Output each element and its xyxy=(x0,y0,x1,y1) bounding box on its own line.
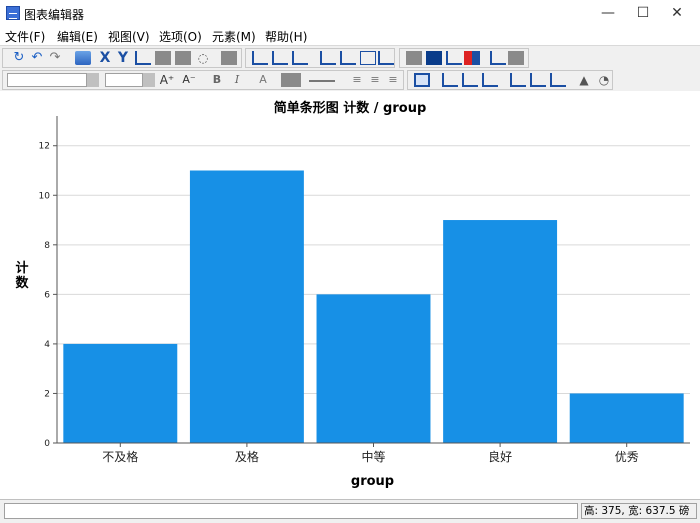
columns-icon[interactable] xyxy=(508,51,524,65)
undo-icon[interactable]: ↻ xyxy=(11,51,27,65)
lasso-icon[interactable]: ◌ xyxy=(195,51,211,65)
status-bar: 高: 375, 宽: 637.5 磅 xyxy=(0,500,700,523)
x-tick-label: 不及格 xyxy=(102,449,138,464)
data-labels-icon[interactable] xyxy=(446,51,462,65)
close-button[interactable]: ✕ xyxy=(654,0,700,26)
italic-icon[interactable]: I xyxy=(229,73,245,87)
bar-options-icon[interactable] xyxy=(442,73,458,87)
menu-help[interactable]: 帮助(H) xyxy=(265,28,307,45)
menu-view[interactable]: 视图(V) xyxy=(108,28,150,45)
menu-options[interactable]: 选项(O) xyxy=(159,28,202,45)
show-legend-icon[interactable] xyxy=(464,51,480,65)
y-tick-label: 12 xyxy=(39,142,50,152)
interpolation-icon[interactable] xyxy=(340,51,356,65)
chart-editor-app-icon xyxy=(6,6,20,20)
transpose-icon[interactable] xyxy=(135,51,151,65)
bold-icon[interactable]: B xyxy=(209,73,225,87)
rotate-icon[interactable]: ◔ xyxy=(596,73,612,87)
y-tick-label: 2 xyxy=(44,389,50,399)
toolbar-labels xyxy=(399,48,529,68)
y-tick-label: 0 xyxy=(44,439,50,449)
scatter-icon[interactable] xyxy=(292,51,308,65)
frame-icon[interactable] xyxy=(221,51,237,65)
align-center-icon[interactable]: ≡ xyxy=(367,73,383,87)
bar-及格[interactable] xyxy=(189,170,304,444)
menu-edit[interactable]: 编辑(E) xyxy=(57,28,98,45)
menu-bar: 文件(F) 编辑(E) 视图(V) 选项(O) 元素(M) 帮助(H) xyxy=(0,26,700,46)
bar-不及格[interactable] xyxy=(63,343,178,443)
text-color-icon[interactable]: A xyxy=(255,73,271,87)
font-size-down-icon[interactable]: A⁻ xyxy=(181,73,197,87)
bar-优秀[interactable] xyxy=(569,393,684,443)
x-tick-label: 及格 xyxy=(235,449,259,464)
scale-icon[interactable] xyxy=(155,51,171,65)
fill-icon[interactable] xyxy=(175,51,191,65)
line-style-icon[interactable] xyxy=(309,80,335,82)
menu-elements[interactable]: 元素(M) xyxy=(212,28,256,45)
y-axis-icon[interactable]: Y xyxy=(115,51,131,65)
bar-良好[interactable] xyxy=(443,220,558,443)
align-left-icon[interactable]: ≡ xyxy=(349,73,365,87)
reference-line-icon[interactable] xyxy=(360,51,376,65)
fit-line-icon[interactable] xyxy=(320,51,336,65)
font-size-up-icon[interactable]: A⁺ xyxy=(159,73,175,87)
bar-中等[interactable] xyxy=(316,294,431,443)
toolbar-elements xyxy=(245,48,395,68)
scatter-options-icon[interactable] xyxy=(510,73,526,87)
x-axis-icon[interactable]: X xyxy=(97,51,113,65)
sort-icon[interactable] xyxy=(490,51,506,65)
properties-icon[interactable] xyxy=(75,51,91,65)
line-options-icon[interactable] xyxy=(482,73,498,87)
y-axis-label[interactable]: 计数 xyxy=(12,261,32,291)
font-size-dropdown-icon[interactable] xyxy=(143,73,155,87)
textbox-icon[interactable] xyxy=(406,51,422,65)
annotation-icon[interactable] xyxy=(378,51,394,65)
x-tick-label: 优秀 xyxy=(615,450,639,464)
y-tick-label: 10 xyxy=(39,191,51,201)
toolbars: ↻ ↶ ↷ X Y ◌ A⁺ A⁻ B I A ≡ ≡ ≡ ▲ ◔ xyxy=(0,45,700,93)
y-tick-label: 8 xyxy=(44,241,50,251)
toolbar-chart-options: ▲ ◔ xyxy=(407,70,613,90)
menu-file[interactable]: 文件(F) xyxy=(5,28,45,45)
bar-chart[interactable]: 0 2 4 6 8 10 12 不及格 及格 中等 良好 优秀 xyxy=(0,91,700,499)
trend-icon[interactable] xyxy=(550,73,566,87)
fill-color-icon[interactable] xyxy=(281,73,301,87)
window-title: 图表编辑器 xyxy=(24,8,85,22)
footnote-icon[interactable] xyxy=(426,51,442,65)
font-family-dropdown-icon[interactable] xyxy=(87,73,99,87)
rotate-right-icon[interactable]: ↷ xyxy=(47,51,63,65)
x-axis-label[interactable]: group xyxy=(0,474,700,489)
bar-chart-icon[interactable] xyxy=(252,51,268,65)
3d-icon[interactable]: ▲ xyxy=(576,73,592,87)
status-message xyxy=(4,503,578,519)
font-size-input[interactable] xyxy=(105,73,143,87)
toolbar-format: A⁺ A⁻ B I A ≡ ≡ ≡ xyxy=(2,70,404,90)
distribution-icon[interactable] xyxy=(462,73,478,87)
y-tick-label: 6 xyxy=(44,290,50,300)
x-tick-label: 中等 xyxy=(361,449,385,464)
title-bar: 图表编辑器 — ☐ ✕ xyxy=(0,0,700,26)
status-size-readout: 高: 375, 宽: 637.5 磅 xyxy=(581,503,697,519)
grid-icon[interactable] xyxy=(414,73,430,87)
align-right-icon[interactable]: ≡ xyxy=(385,73,401,87)
x-tick-label: 良好 xyxy=(488,449,512,464)
font-family-input[interactable] xyxy=(7,73,87,87)
markers-icon[interactable] xyxy=(530,73,546,87)
y-tick-label: 4 xyxy=(44,340,50,350)
line-chart-icon[interactable] xyxy=(272,51,288,65)
rotate-left-icon[interactable]: ↶ xyxy=(29,51,45,65)
toolbar-edit: ↻ ↶ ↷ X Y ◌ xyxy=(2,48,242,68)
chart-canvas[interactable]: 简单条形图 计数 / group 0 2 4 6 8 10 12 不及格 及格 中等 良好 优秀 计… xyxy=(0,91,700,500)
